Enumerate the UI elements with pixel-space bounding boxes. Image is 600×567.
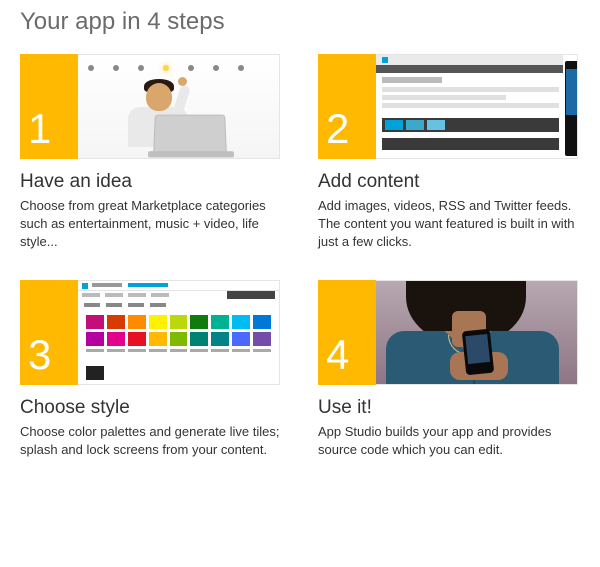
step-description: Choose from great Marketplace categories…	[20, 197, 282, 252]
step-description: Add images, videos, RSS and Twitter feed…	[318, 197, 580, 252]
color-swatch	[128, 315, 146, 329]
step-tile-1: 1	[20, 54, 280, 159]
color-swatch	[232, 332, 250, 346]
step-number-badge: 3	[20, 280, 78, 385]
illustration-idea	[78, 54, 280, 159]
color-swatch	[86, 332, 104, 346]
laptop-icon	[153, 115, 227, 155]
color-swatch	[170, 332, 188, 346]
phone-icon	[462, 328, 494, 375]
color-swatch	[211, 332, 229, 346]
color-swatch	[190, 315, 208, 329]
illustration-content-form	[376, 54, 578, 159]
step-card-3: 3 Choose style Choose color palettes and…	[20, 280, 300, 459]
step-title: Add content	[318, 171, 580, 193]
step-title: Use it!	[318, 397, 580, 419]
step-title: Choose style	[20, 397, 282, 419]
step-tile-2: 2	[318, 54, 578, 159]
lightbulb-icon	[78, 59, 279, 77]
page-title: Your app in 4 steps	[0, 0, 600, 54]
step-description: Choose color palettes and generate live …	[20, 423, 282, 459]
phone-icon	[565, 61, 578, 156]
color-swatch	[149, 315, 167, 329]
illustration-style-palette	[78, 280, 280, 385]
step-card-2: 2 Add content Add images, videos, RSS an…	[300, 54, 580, 252]
color-swatch	[190, 332, 208, 346]
color-swatch	[211, 315, 229, 329]
step-description: App Studio builds your app and provides …	[318, 423, 580, 459]
illustration-use-phone	[376, 280, 578, 385]
color-swatch	[107, 315, 125, 329]
steps-grid: 1 Have an idea Choose from great Marketp…	[0, 54, 600, 487]
step-number-badge: 1	[20, 54, 78, 159]
color-swatch	[149, 332, 167, 346]
color-swatch	[232, 315, 250, 329]
color-swatch	[128, 332, 146, 346]
step-tile-4: 4	[318, 280, 578, 385]
color-swatch	[86, 315, 104, 329]
step-title: Have an idea	[20, 171, 282, 193]
step-tile-3: 3	[20, 280, 280, 385]
color-swatch	[253, 315, 271, 329]
color-swatch	[253, 332, 271, 346]
color-swatch	[107, 332, 125, 346]
step-number-badge: 4	[318, 280, 376, 385]
color-swatch	[170, 315, 188, 329]
step-card-1: 1 Have an idea Choose from great Marketp…	[20, 54, 300, 252]
step-card-4: 4 Use it! App Studio builds your app and…	[300, 280, 580, 459]
step-number-badge: 2	[318, 54, 376, 159]
